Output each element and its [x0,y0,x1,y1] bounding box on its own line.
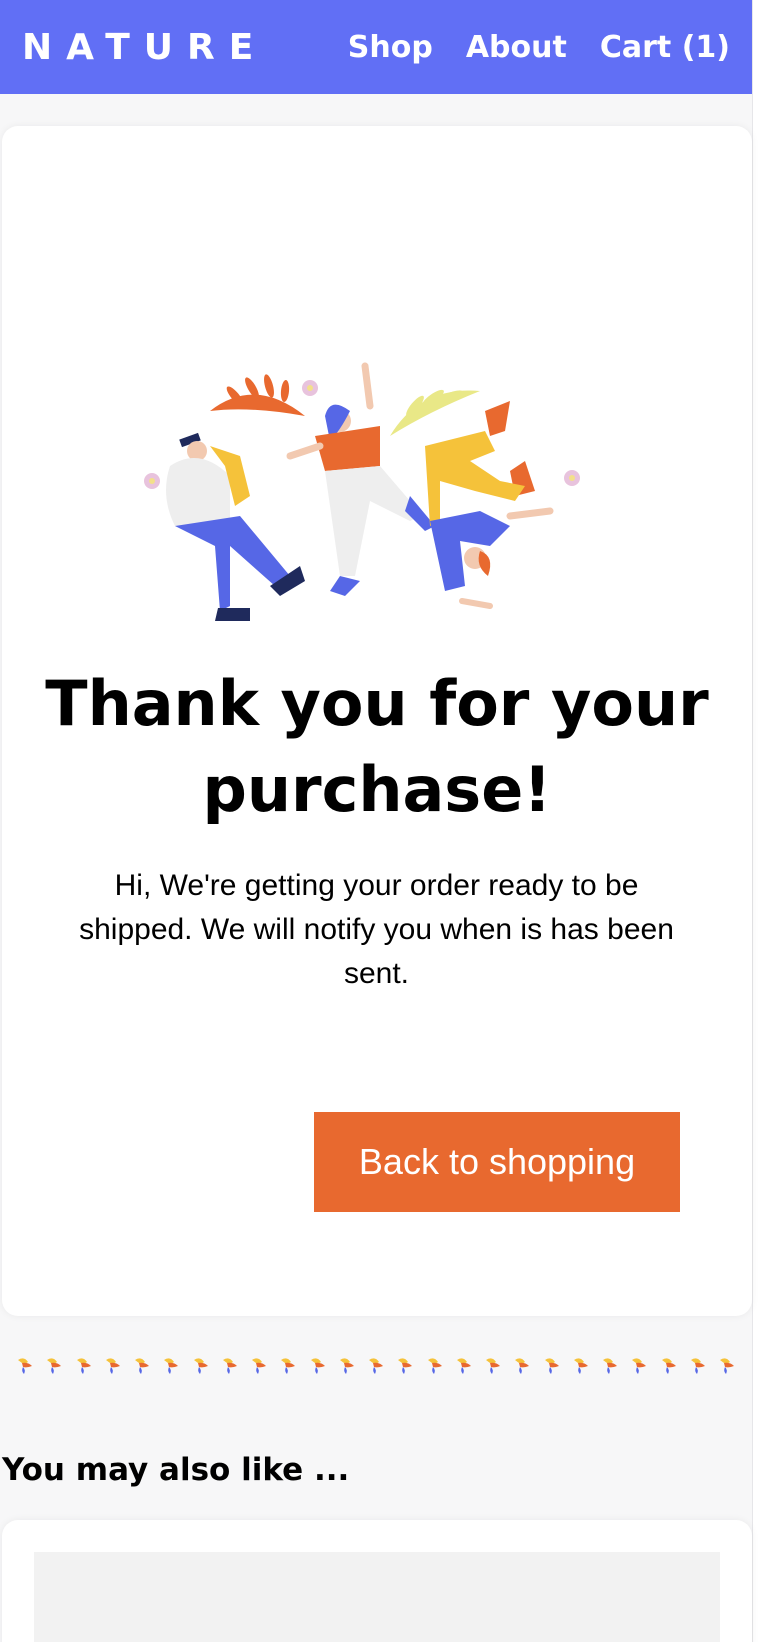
bird-icon [18,1358,32,1374]
bird-icon [427,1358,442,1374]
bird-icon [339,1358,354,1374]
bird-icon [369,1358,383,1374]
page-title: Thank you for your purchase! [45,667,709,826]
nav-links: Shop About Cart (1) [348,30,730,65]
dancing-people-illustration [144,362,580,621]
bird-icon [515,1358,530,1374]
bird-icon [252,1358,266,1374]
bird-icon [661,1358,676,1374]
bird-icon [456,1358,471,1374]
bird-icon [164,1358,179,1374]
bird-icon [135,1358,149,1374]
bird-icon [690,1358,705,1374]
brand-logo[interactable]: NATURE [22,27,267,68]
leaf-left [210,374,305,416]
saxophone-dancer [166,432,305,621]
bird-divider [0,1354,752,1376]
recommendations-heading: You may also like ... [2,1452,350,1488]
bird-icon [193,1358,208,1374]
bird-icon [398,1358,413,1374]
bird-icon [76,1358,91,1374]
bird-icon [47,1358,62,1374]
bird-icon [720,1358,734,1374]
confirmation-card: Thank you for your purchase! Hi, We're g… [2,126,752,1316]
handstand-dancer [425,401,554,609]
bird-icon [310,1358,325,1374]
bird-icon [222,1358,237,1374]
nav-link-cart[interactable]: Cart (1) [600,30,730,65]
nav-link-shop[interactable]: Shop [348,30,433,65]
flower-right [564,470,580,486]
flower-top [302,380,318,396]
top-navbar: NATURE Shop About Cart (1) [0,0,752,94]
flower-left [144,473,160,489]
bird-icon [105,1358,120,1374]
bird-icon [544,1358,559,1374]
bird-icon [603,1358,617,1374]
back-to-shopping-button[interactable]: Back to shopping [314,1112,680,1212]
bird-icon [281,1358,296,1374]
scrollbar-track [752,0,758,1642]
nav-link-about[interactable]: About [466,30,567,65]
middle-dancer [286,362,435,596]
product-card[interactable] [2,1520,752,1642]
product-image-placeholder [34,1552,720,1642]
leaf-right [390,389,480,436]
confirmation-message: Hi, We're getting your order ready to be… [79,869,674,990]
bird-icon [486,1358,500,1374]
bird-icon [573,1358,588,1374]
bird-icon [632,1358,647,1374]
